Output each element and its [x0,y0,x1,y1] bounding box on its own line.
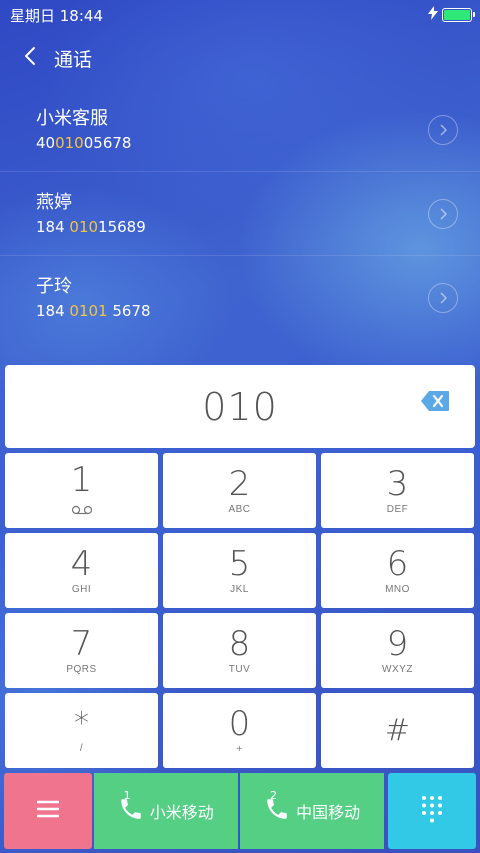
key-digit: * [74,705,89,741]
key-letters: WXYZ [382,663,413,675]
key-digit: 8 [228,623,251,664]
backspace-button[interactable] [419,391,451,415]
contact-result-row[interactable]: 子玲 184 0101 5678 [0,256,480,340]
key-3[interactable]: 3 DEF [321,453,474,528]
key-digit: # [384,712,411,748]
sim-number: 1 [123,789,131,802]
contact-detail-button[interactable] [428,115,458,145]
key-2[interactable]: 2 ABC [163,453,316,528]
status-indicators [428,6,475,24]
menu-icon [36,800,60,822]
key-digit: 0 [228,703,251,744]
sim-carrier-label: 小米移动 [149,803,214,822]
key-letters: TUV [228,663,251,675]
contact-number: 4001005678 [36,133,132,152]
status-bar: 星期日 18:44 [0,0,480,30]
key-hash[interactable]: # [321,693,474,768]
page-title: 通话 [54,48,93,71]
contact-number: 184 01015689 [36,217,146,236]
chevron-right-icon [439,205,447,224]
header: 通话 [0,38,480,78]
key-9[interactable]: 9 WXYZ [321,613,474,688]
key-star[interactable]: * / [5,693,158,768]
contact-name: 小米客服 [36,107,108,129]
key-8[interactable]: 8 TUV [163,613,316,688]
key-digit: 7 [70,623,93,664]
match-highlight: 010 [55,133,84,152]
phone-icon [264,796,290,826]
dial-display: 010 [5,365,475,448]
call-sim1-button[interactable]: 1 小米移动 [93,773,238,849]
chevron-right-icon [439,121,447,140]
key-6[interactable]: 6 MNO [321,533,474,608]
contact-result-row[interactable]: 燕婷 184 01015689 [0,172,480,256]
key-digit: 5 [228,543,251,584]
battery-level [444,10,470,20]
key-digit: 2 [228,463,251,504]
chevron-right-icon [439,289,447,308]
key-letters: / [79,742,84,754]
sim-carrier-label: 中国移动 [296,803,361,822]
key-letters: ABC [228,503,251,515]
key-digit: 1 [70,460,93,500]
contact-number: 184 0101 5678 [36,302,151,320]
bottom-action-bar: 1 小米移动 2 中国移动 [4,773,476,849]
menu-button[interactable] [4,773,92,849]
key-letters: PQRS [66,663,97,675]
status-time: 星期日 18:44 [10,6,103,25]
contact-detail-button[interactable] [428,199,458,229]
keypad-grid-icon [421,795,443,827]
key-letters: JKL [230,583,249,595]
dialed-number: 010 [202,384,278,429]
chevron-left-icon [24,46,36,70]
dial-keypad: 1 2 ABC 3 DEF 4 GHI 5 JKL 6 MNO 7 PQRS 8… [5,453,475,768]
key-letters: MNO [385,583,410,595]
key-digit: 6 [386,543,409,584]
key-4[interactable]: 4 GHI [5,533,158,608]
battery-icon [442,8,475,22]
key-5[interactable]: 5 JKL [163,533,316,608]
key-letters: GHI [71,583,92,595]
key-digit: 9 [386,623,409,664]
contact-name: 子玲 [36,276,72,297]
key-digit: 3 [386,463,409,504]
backspace-icon [420,390,450,416]
charging-icon [428,6,438,24]
call-sim2-button[interactable]: 2 中国移动 [240,773,385,849]
back-button[interactable] [10,38,50,78]
key-letters: DEF [386,503,409,515]
contact-detail-button[interactable] [428,283,458,313]
key-1[interactable]: 1 [5,453,158,528]
keypad-toggle-button[interactable] [388,773,476,849]
key-0[interactable]: 0 + [163,693,316,768]
match-highlight: 0101 [69,302,108,320]
phone-icon [118,796,144,826]
key-letters: + [236,743,243,755]
key-digit: 4 [70,543,93,584]
match-highlight: 010 [69,217,99,236]
voicemail-icon [71,500,93,519]
contact-results-list: 小米客服 4001005678 燕婷 184 01015689 子玲 184 0… [0,88,480,340]
contact-result-row[interactable]: 小米客服 4001005678 [0,88,480,172]
sim-number: 2 [270,789,277,802]
key-7[interactable]: 7 PQRS [5,613,158,688]
contact-name: 燕婷 [36,191,72,213]
